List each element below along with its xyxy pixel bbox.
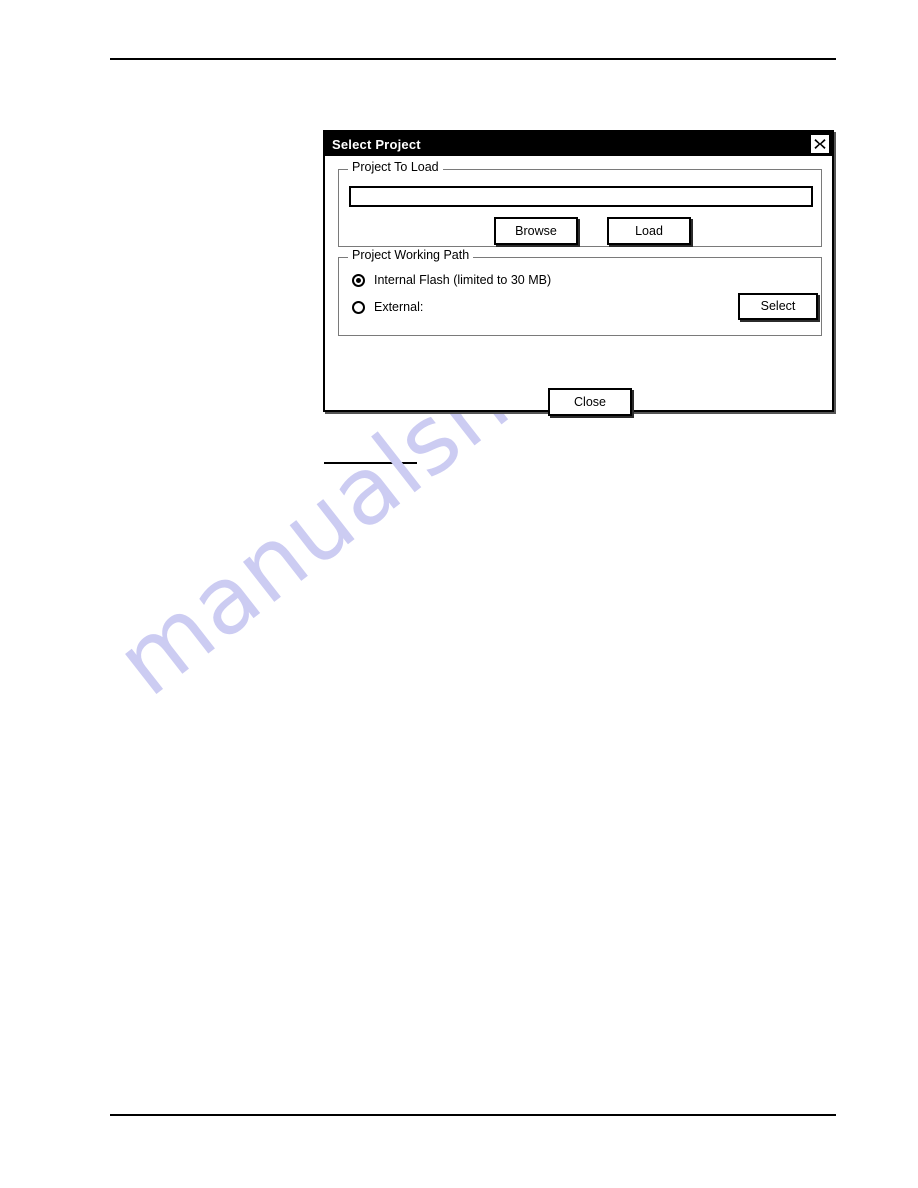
close-x-icon[interactable] [810, 134, 830, 154]
radio-option-external-label: External: [374, 300, 424, 315]
group-project-to-load: Project To Load Browse Load [338, 161, 822, 247]
browse-button[interactable]: Browse [494, 217, 578, 245]
close-button[interactable]: Close [548, 388, 632, 416]
group-project-working-path: Project Working Path Internal Flash (lim… [338, 249, 822, 336]
page-footer-rule [110, 1114, 836, 1116]
document-page: manualshive.com Select Project Project T… [0, 0, 918, 1188]
load-button[interactable]: Load [607, 217, 691, 245]
select-button[interactable]: Select [738, 293, 818, 320]
dialog-title: Select Project [332, 136, 421, 152]
group-project-to-load-legend: Project To Load [348, 161, 443, 174]
select-project-dialog: Select Project Project To Load Browse Lo… [323, 130, 834, 416]
radio-external-icon[interactable] [352, 301, 365, 314]
group-project-working-path-legend: Project Working Path [348, 249, 474, 262]
page-header-rule [110, 58, 836, 60]
radio-internal-flash-icon[interactable] [352, 274, 365, 287]
radio-option-internal-flash[interactable]: Internal Flash (limited to 30 MB) [352, 274, 551, 287]
radio-option-external[interactable]: External: [352, 301, 423, 314]
dialog-body: Project To Load Browse Load Project Work… [325, 156, 832, 416]
dialog-title-bar: Select Project [325, 132, 832, 156]
project-path-input[interactable] [349, 186, 813, 207]
radio-option-internal-flash-label: Internal Flash (limited to 30 MB) [374, 273, 552, 288]
body-text-rule [324, 462, 417, 464]
